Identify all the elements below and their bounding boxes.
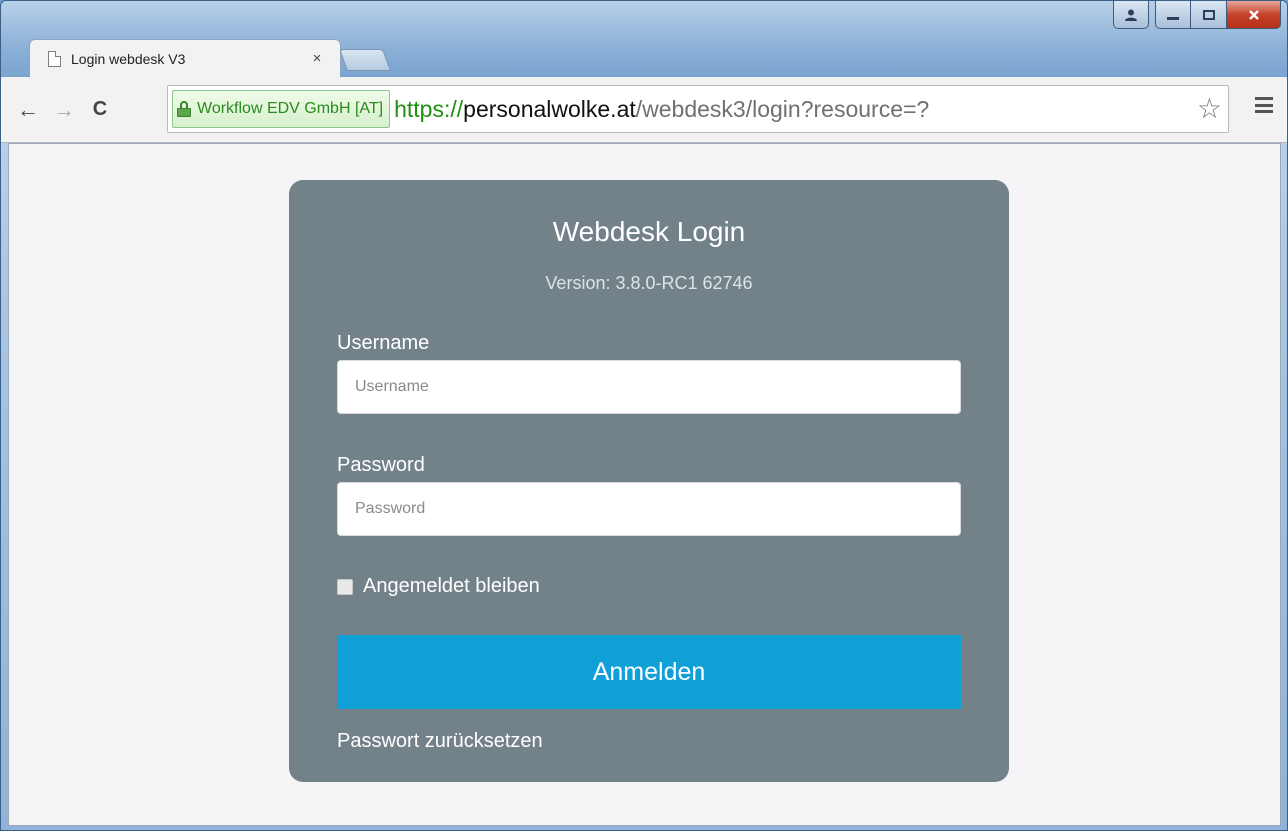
password-input[interactable] — [337, 482, 961, 536]
login-title: Webdesk Login — [552, 216, 746, 247]
minimize-button[interactable] — [1155, 1, 1191, 29]
url-host: personalwolke.at — [463, 95, 636, 122]
tab-title: Login webdesk V3 — [71, 50, 186, 67]
page-icon — [48, 50, 61, 67]
ev-certificate-badge[interactable]: Workflow EDV GmbH [AT] — [172, 90, 391, 128]
login-button[interactable]: Anmelden — [337, 635, 961, 709]
minimize-icon — [1167, 16, 1179, 20]
remember-me-checkbox[interactable] — [337, 578, 353, 595]
password-label: Password — [337, 454, 425, 476]
url-text[interactable]: https://personalwolke.at/webdesk3/login?… — [394, 96, 929, 123]
forward-icon[interactable]: → — [49, 95, 79, 125]
reset-password-link[interactable]: Passwort zurücksetzen — [337, 730, 543, 753]
tab-close-icon[interactable]: × — [308, 50, 326, 67]
new-tab-button[interactable] — [338, 49, 392, 71]
page-viewport: Webdesk Login Version: 3.8.0-RC1 62746 U… — [8, 143, 1281, 826]
remember-me-label[interactable]: Angemeldet bleiben — [363, 575, 540, 598]
chrome-menu-icon[interactable] — [1255, 97, 1273, 113]
maximize-button[interactable] — [1191, 1, 1227, 29]
window-controls — [1113, 1, 1281, 35]
remember-me-row[interactable]: Angemeldet bleiben — [337, 575, 540, 598]
browser-tab[interactable]: Login webdesk V3 × — [29, 39, 341, 77]
username-label: Username — [337, 332, 430, 354]
login-card: Webdesk Login Version: 3.8.0-RC1 62746 U… — [289, 180, 1009, 782]
username-input[interactable] — [337, 360, 961, 414]
lock-icon — [177, 101, 191, 117]
bookmark-star-icon[interactable]: ☆ — [1197, 94, 1222, 124]
version-text: Version: 3.8.0-RC1 62746 — [545, 273, 753, 293]
person-icon — [1125, 9, 1137, 21]
ev-certificate-name: Workflow EDV GmbH [AT] — [197, 100, 384, 117]
url-path: /webdesk3/login?resource=? — [635, 95, 930, 122]
address-bar[interactable]: Workflow EDV GmbH [AT] https://personalw… — [167, 85, 1229, 133]
reload-icon[interactable]: C — [85, 95, 115, 125]
close-icon — [1248, 9, 1259, 20]
browser-window: Login webdesk V3 × ← → C Workflow EDV Gm… — [0, 0, 1288, 831]
browser-toolbar: ← → C Workflow EDV GmbH [AT] https://per… — [1, 77, 1287, 143]
url-scheme: https:// — [394, 95, 464, 122]
profile-button[interactable] — [1113, 1, 1149, 29]
title-bar: Login webdesk V3 × — [1, 1, 1287, 77]
back-icon[interactable]: ← — [13, 95, 43, 125]
restore-icon — [1202, 9, 1215, 20]
close-window-button[interactable] — [1227, 1, 1281, 29]
